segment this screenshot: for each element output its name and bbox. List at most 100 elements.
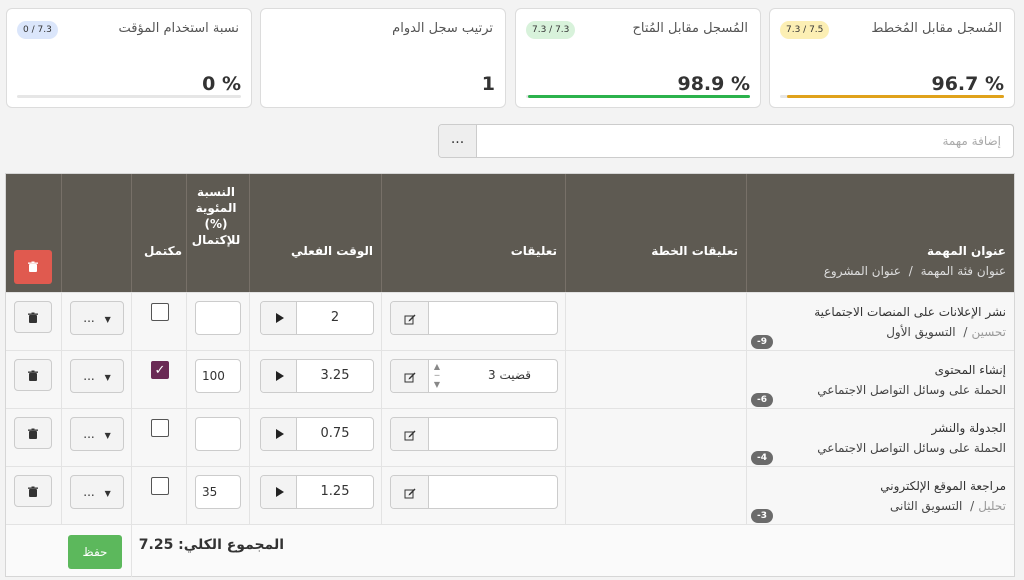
task-cell: إنشاء المحتوى الحملة على وسائل التواصل ا… — [746, 351, 1014, 408]
check-icon: ✓ — [154, 363, 166, 378]
delete-row-button[interactable] — [14, 359, 52, 391]
completion-pct-cell: 35 — [186, 467, 249, 524]
actual-time-value: 3.25 — [320, 368, 350, 383]
task-title[interactable]: الجدولة والنشر — [932, 421, 1006, 435]
completed-cell — [131, 467, 186, 524]
row-actions-dropdown[interactable]: ... ▼ — [70, 417, 124, 451]
play-icon — [275, 313, 284, 323]
task-title[interactable]: نشر الإعلانات على المنصات الاجتماعية — [814, 305, 1006, 319]
comment-input[interactable]: ▲ ─ ▼ قضيت 3 — [390, 359, 558, 393]
edit-icon — [404, 314, 415, 324]
start-timer-button[interactable] — [261, 302, 297, 334]
completed-cell — [131, 293, 186, 350]
delete-cell — [6, 293, 61, 350]
start-timer-button[interactable] — [261, 418, 297, 450]
start-timer-button[interactable] — [261, 360, 297, 392]
comment-input[interactable] — [390, 475, 558, 509]
kpi-progress-fill — [787, 95, 1004, 98]
kpi-card-logged-vs-available: المُسجل مقابل المُتاح 7.3 / 7.3 98.9 % — [515, 8, 761, 108]
kpi-card-attendance-rank: ترتيب سجل الدوام 1 — [260, 8, 506, 108]
actual-time-input[interactable]: 3.25 — [260, 359, 374, 393]
header-completion-pct-label: النسبة المئوية (%) للإكتمال — [191, 185, 241, 247]
kpi-card-value: 1 — [481, 73, 495, 95]
comment-input[interactable] — [390, 417, 558, 451]
kpi-card-title: المُسجل مقابل المُخطط — [871, 21, 1002, 36]
task-subtitle: تحليل/ التسويق الثانى — [890, 499, 1006, 513]
delete-all-button[interactable] — [14, 250, 52, 284]
header-subtitle-separator: / — [908, 264, 913, 278]
play-icon — [275, 371, 284, 381]
edit-comment-button[interactable] — [391, 302, 429, 334]
actions-cell: ... ▼ — [61, 351, 131, 408]
delete-cell — [6, 351, 61, 408]
actual-time-input[interactable]: 2 — [260, 301, 374, 335]
task-subtitle: الحملة على وسائل التواصل الاجتماعي — [817, 441, 1006, 455]
footer-divider — [131, 525, 132, 577]
actual-time-input[interactable]: 1.25 — [260, 475, 374, 509]
comment-input[interactable] — [390, 301, 558, 335]
table-header: عنوان المهمة عنوان فئة المهمة / عنوان ال… — [6, 174, 1014, 292]
actual-time-value: 1.25 — [320, 484, 350, 499]
delete-row-button[interactable] — [14, 475, 52, 507]
kpi-card-badge: 7.3 / 7.3 — [526, 21, 576, 39]
trash-icon — [28, 370, 38, 381]
trash-icon — [28, 486, 38, 497]
comment-text: قضيت 3 — [487, 368, 531, 382]
kpi-card-timer-usage: نسبة استخدام المؤقت 0 / 7.3 0 % — [6, 8, 252, 108]
actual-time-cell: 2 — [249, 293, 381, 350]
completed-checkbox[interactable] — [151, 303, 169, 321]
caret-down-icon: ▼ — [104, 431, 111, 440]
task-table: عنوان المهمة عنوان فئة المهمة / عنوان ال… — [5, 173, 1015, 577]
add-task-input[interactable] — [477, 125, 1013, 157]
header-plan-comments: تعليقات الخطة — [565, 174, 746, 292]
table-row: نشر الإعلانات على المنصات الاجتماعية تحس… — [6, 292, 1014, 350]
task-badge: -4 — [751, 451, 773, 465]
table-row: مراجعة الموقع الإلكتروني تحليل/ التسويق … — [6, 466, 1014, 524]
completed-checkbox[interactable]: ✓ — [151, 361, 169, 379]
completion-pct-input[interactable] — [195, 417, 241, 451]
actions-cell: ... ▼ — [61, 467, 131, 524]
row-actions-dropdown[interactable]: ... ▼ — [70, 475, 124, 509]
completion-pct-cell — [186, 293, 249, 350]
task-cell: مراجعة الموقع الإلكتروني تحليل/ التسويق … — [746, 467, 1014, 524]
header-comments-label: تعليقات — [510, 244, 557, 258]
task-project: التسويق الأول — [886, 325, 956, 339]
add-task-group: ... — [438, 124, 1014, 158]
start-timer-button[interactable] — [261, 476, 297, 508]
actual-time-value: 2 — [330, 310, 340, 325]
actions-cell: ... ▼ — [61, 409, 131, 466]
plan-comment-cell — [565, 409, 746, 466]
delete-row-button[interactable] — [14, 417, 52, 449]
trash-icon — [28, 428, 38, 439]
save-button[interactable]: حفظ — [68, 535, 122, 569]
edit-comment-button[interactable] — [391, 418, 429, 450]
completed-checkbox[interactable] — [151, 419, 169, 437]
kpi-progress-fill — [528, 95, 750, 98]
comment-spinner[interactable]: ▲ ─ ▼ — [431, 362, 443, 390]
plan-comment-cell — [565, 467, 746, 524]
completed-checkbox[interactable] — [151, 477, 169, 495]
completion-pct-input[interactable]: 35 — [195, 475, 241, 509]
completion-pct-input[interactable]: 100 — [195, 359, 241, 393]
caret-down-icon: ▼ — [104, 315, 111, 324]
completion-pct-input[interactable] — [195, 301, 241, 335]
delete-row-button[interactable] — [14, 301, 52, 333]
edit-comment-button[interactable] — [391, 360, 429, 392]
completed-cell — [131, 409, 186, 466]
task-subtitle: الحملة على وسائل التواصل الاجتماعي — [817, 383, 1006, 397]
row-actions-dropdown[interactable]: ... ▼ — [70, 359, 124, 393]
task-title[interactable]: إنشاء المحتوى — [935, 363, 1006, 377]
actual-time-input[interactable]: 0.75 — [260, 417, 374, 451]
row-actions-dropdown[interactable]: ... ▼ — [70, 301, 124, 335]
trash-icon — [28, 312, 38, 323]
header-comments: تعليقات — [381, 174, 565, 292]
edit-comment-button[interactable] — [391, 476, 429, 508]
task-subtitle-separator: / — [963, 325, 968, 339]
add-task-menu-button[interactable]: ... — [439, 125, 477, 157]
task-title[interactable]: مراجعة الموقع الإلكتروني — [880, 479, 1006, 493]
task-badge: -9 — [751, 335, 773, 349]
kpi-card-logged-vs-planned: المُسجل مقابل المُخطط 7.3 / 7.5 96.7 % — [769, 8, 1015, 108]
header-plan-comments-label: تعليقات الخطة — [651, 244, 738, 258]
header-actual-time: الوقت الفعلي — [249, 174, 381, 292]
actual-time-cell: 3.25 — [249, 351, 381, 408]
